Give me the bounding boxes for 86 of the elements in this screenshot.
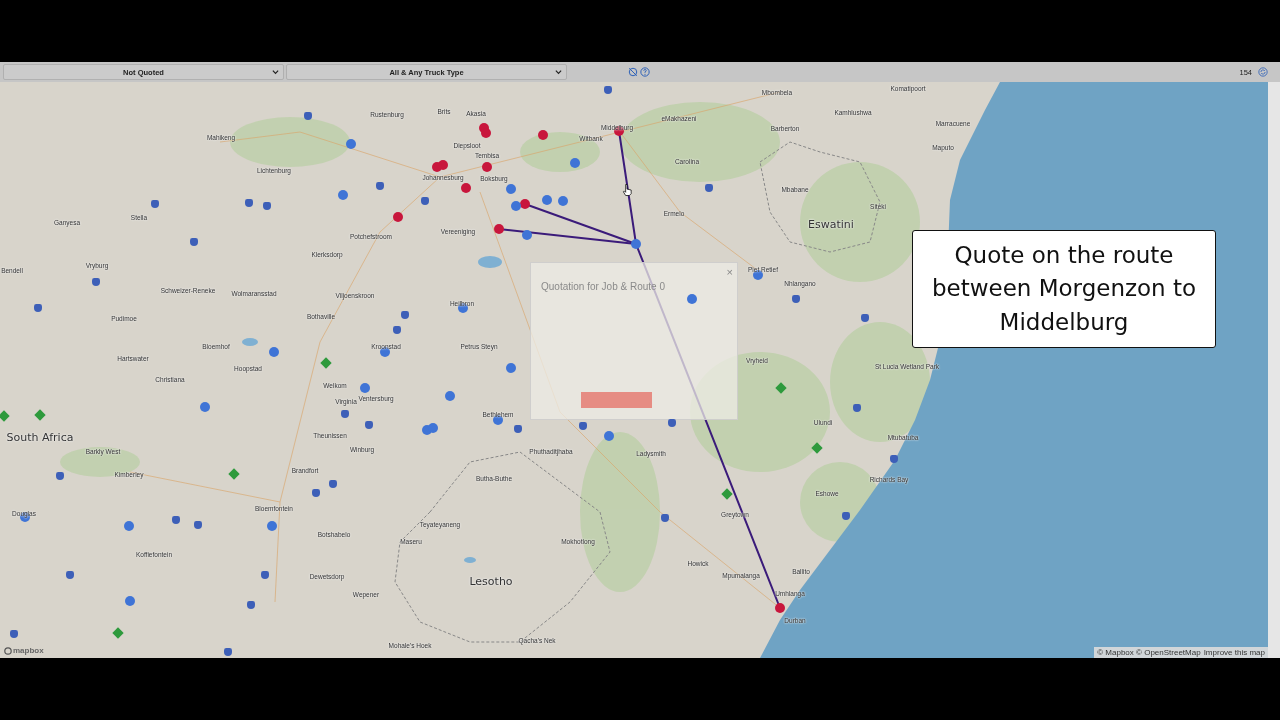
scrollbar[interactable] (1268, 82, 1280, 658)
pin-marker-icon[interactable] (393, 326, 401, 334)
pin-marker-icon[interactable] (304, 112, 312, 120)
diamond-marker-icon[interactable] (0, 410, 10, 422)
pin-marker-icon[interactable] (401, 311, 409, 319)
pin-marker-icon[interactable] (56, 472, 64, 480)
pin-marker-icon[interactable] (92, 278, 100, 286)
circle-marker-icon[interactable] (338, 190, 348, 200)
pin-marker-icon[interactable] (421, 197, 429, 205)
pin-marker-icon[interactable] (890, 455, 898, 463)
circle-marker-icon[interactable] (445, 391, 455, 401)
hide-icon[interactable] (628, 67, 638, 77)
mapbox-logo: mapbox (4, 646, 44, 655)
pin-marker-icon[interactable] (312, 489, 320, 497)
dialog-title: Quotation for Job & Route 0 (541, 281, 665, 292)
circle-marker-icon[interactable] (200, 402, 210, 412)
diamond-marker-icon[interactable] (34, 409, 46, 421)
circle-marker-icon[interactable] (520, 199, 530, 209)
pin-marker-icon[interactable] (705, 184, 713, 192)
circle-marker-icon[interactable] (124, 521, 134, 531)
pin-marker-icon[interactable] (861, 314, 869, 322)
pin-marker-icon[interactable] (194, 521, 202, 529)
hand-cursor-icon (622, 183, 633, 197)
circle-marker-icon[interactable] (631, 239, 641, 249)
pin-marker-icon[interactable] (842, 512, 850, 520)
diamond-marker-icon[interactable] (112, 627, 124, 639)
pin-marker-icon[interactable] (10, 630, 18, 638)
diamond-marker-icon[interactable] (721, 488, 733, 500)
circle-marker-icon[interactable] (432, 162, 442, 172)
circle-marker-icon[interactable] (125, 596, 135, 606)
pin-marker-icon[interactable] (365, 421, 373, 429)
circle-marker-icon[interactable] (506, 184, 516, 194)
circle-marker-icon[interactable] (360, 383, 370, 393)
circle-marker-icon[interactable] (346, 139, 356, 149)
circle-marker-icon[interactable] (494, 224, 504, 234)
circle-marker-icon[interactable] (428, 423, 438, 433)
diamond-marker-icon[interactable] (775, 382, 787, 394)
pin-marker-icon[interactable] (66, 571, 74, 579)
pin-marker-icon[interactable] (247, 601, 255, 609)
caret-icon (272, 69, 279, 75)
pin-marker-icon[interactable] (34, 304, 42, 312)
caption-callout: Quote on the route between Morgenzon to Middelburg (912, 230, 1216, 348)
attribution-text: © Mapbox © OpenStreetMap (1097, 648, 1201, 657)
circle-marker-icon[interactable] (753, 270, 763, 280)
diamond-marker-icon[interactable] (228, 468, 240, 480)
pin-marker-icon[interactable] (190, 238, 198, 246)
refresh-icon[interactable] (1258, 67, 1268, 77)
pin-marker-icon[interactable] (514, 425, 522, 433)
circle-marker-icon[interactable] (538, 130, 548, 140)
pin-marker-icon[interactable] (661, 514, 669, 522)
diamond-marker-icon[interactable] (811, 442, 823, 454)
circle-marker-icon[interactable] (461, 183, 471, 193)
pin-marker-icon[interactable] (329, 480, 337, 488)
pin-marker-icon[interactable] (172, 516, 180, 524)
pin-marker-icon[interactable] (853, 404, 861, 412)
circle-marker-icon[interactable] (482, 162, 492, 172)
pin-marker-icon[interactable] (245, 199, 253, 207)
country-label: South Africa (6, 430, 74, 444)
pin-marker-icon[interactable] (224, 648, 232, 656)
circle-marker-icon[interactable] (542, 195, 552, 205)
diamond-marker-icon[interactable] (320, 357, 332, 369)
pin-marker-icon[interactable] (263, 202, 271, 210)
country-label: Lesotho (469, 574, 513, 588)
circle-marker-icon[interactable] (511, 201, 521, 211)
circle-marker-icon[interactable] (393, 212, 403, 222)
help-icon[interactable] (640, 67, 650, 77)
circle-marker-icon[interactable] (558, 196, 568, 206)
circle-marker-icon[interactable] (481, 128, 491, 138)
pin-marker-icon[interactable] (604, 86, 612, 94)
circle-marker-icon[interactable] (775, 603, 785, 613)
country-label: Eswatini (808, 217, 854, 231)
pin-marker-icon[interactable] (579, 422, 587, 430)
caret-icon (555, 69, 562, 75)
improve-map-link[interactable]: Improve this map (1203, 648, 1265, 657)
pin-marker-icon[interactable] (151, 200, 159, 208)
pin-marker-icon[interactable] (341, 410, 349, 418)
circle-marker-icon[interactable] (522, 230, 532, 240)
circle-marker-icon[interactable] (506, 363, 516, 373)
circle-marker-icon[interactable] (269, 347, 279, 357)
pin-marker-icon[interactable] (668, 419, 676, 427)
circle-marker-icon[interactable] (267, 521, 277, 531)
pin-marker-icon[interactable] (261, 571, 269, 579)
pin-marker-icon[interactable] (792, 295, 800, 303)
circle-marker-icon[interactable] (570, 158, 580, 168)
pin-marker-icon[interactable] (376, 182, 384, 190)
circle-marker-icon[interactable] (604, 431, 614, 441)
